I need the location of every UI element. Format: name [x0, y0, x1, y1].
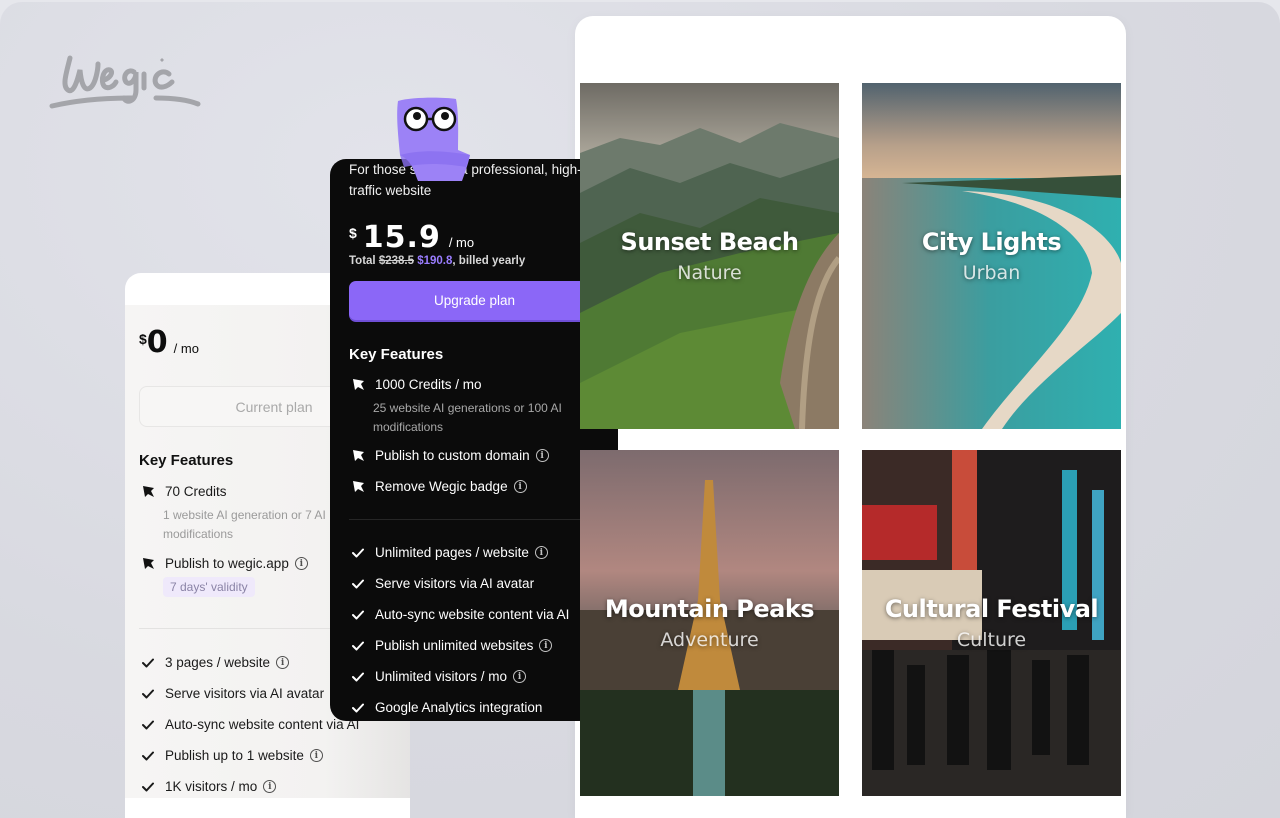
- tile-subtitle: Urban: [962, 262, 1021, 284]
- info-icon[interactable]: i: [513, 480, 527, 493]
- feature-label: 1K visitors / mo: [165, 779, 258, 794]
- feature-item: Serve visitors via AI avatar: [141, 686, 324, 701]
- gallery-tile[interactable]: Sunset Beach Nature: [580, 83, 839, 429]
- neon-street-image: [862, 450, 1121, 796]
- info-icon[interactable]: i: [263, 780, 277, 793]
- feature-label: Auto-sync website content via AI: [165, 717, 360, 732]
- price-value: 0: [146, 325, 168, 360]
- currency-symbol: $: [139, 331, 147, 347]
- check-icon: [141, 780, 155, 794]
- price-value: 15.9: [362, 220, 441, 255]
- check-icon: [141, 687, 155, 701]
- original-price: $238.5: [378, 255, 415, 267]
- key-feature-item: 1000 Credits / mo: [351, 377, 482, 392]
- info-icon[interactable]: i: [539, 639, 553, 652]
- feature-label: Publish unlimited websites: [375, 638, 534, 653]
- check-icon: [351, 577, 365, 591]
- price-period: / mo: [173, 341, 199, 356]
- info-icon[interactable]: i: [276, 656, 290, 669]
- tile-title: Sunset Beach: [620, 228, 799, 256]
- tile-subtitle: Culture: [956, 629, 1027, 651]
- feature-label: Publish up to 1 website: [165, 748, 304, 763]
- key-feature-item: Publish to custom domain i: [351, 448, 549, 463]
- key-features-title: Key Features: [349, 346, 444, 363]
- key-feature-subtext: 25 website AI generations or 100 AI modi…: [373, 401, 562, 434]
- pin-icon: [351, 480, 365, 494]
- feature-label: Serve visitors via AI avatar: [375, 576, 535, 591]
- key-features-title: Key Features: [139, 452, 234, 469]
- check-icon: [141, 749, 155, 763]
- info-icon[interactable]: i: [309, 749, 323, 762]
- mountain-wall-image: [580, 83, 839, 429]
- tile-title: City Lights: [921, 228, 1062, 256]
- free-plan-price: $ 0 / mo: [139, 327, 199, 359]
- beach-image: [862, 83, 1121, 429]
- info-icon[interactable]: i: [513, 670, 527, 683]
- mascot-icon: [397, 97, 470, 181]
- feature-item: Auto-sync website content via AI: [141, 717, 359, 732]
- tile-subtitle: Adventure: [660, 629, 759, 651]
- plan-description: For those seeking a professional, high-t…: [349, 162, 582, 198]
- feature-item: Serve visitors via AI avatar: [351, 576, 534, 591]
- tile-title: Mountain Peaks: [604, 595, 815, 623]
- discounted-price: $190.8: [417, 255, 453, 267]
- tile-subtitle: Nature: [677, 262, 742, 284]
- wegic-logo: [49, 55, 201, 109]
- gallery-tile[interactable]: Cultural Festival Culture: [862, 450, 1121, 796]
- check-icon: [351, 608, 365, 622]
- check-icon: [351, 701, 365, 715]
- feature-label: Serve visitors via AI avatar: [165, 686, 325, 701]
- feature-item: Publish unlimited websites i: [351, 638, 553, 653]
- key-feature-item: 70 Credits: [141, 484, 227, 499]
- tile-title: Cultural Festival: [884, 595, 1099, 623]
- pin-icon: [351, 449, 365, 463]
- info-icon[interactable]: i: [294, 557, 308, 570]
- feature-label: Unlimited pages / website: [375, 545, 529, 560]
- gallery-tile[interactable]: Mountain Peaks Adventure: [580, 450, 839, 796]
- pin-icon: [141, 557, 155, 571]
- feature-item: 3 pages / website i: [141, 655, 290, 670]
- feature-label: Auto-sync website content via AI: [375, 607, 570, 622]
- pin-icon: [141, 485, 155, 499]
- feature-item: Unlimited visitors / mo i: [351, 669, 527, 684]
- info-icon[interactable]: i: [534, 546, 548, 559]
- feature-label: 3 pages / website: [165, 655, 271, 670]
- info-icon[interactable]: i: [535, 449, 549, 462]
- key-feature-item: Remove Wegic badge i: [351, 479, 527, 494]
- eiffel-tower-image: [580, 450, 839, 796]
- feature-item: Google Analytics integration: [351, 700, 542, 715]
- feature-item: Unlimited pages / website i: [351, 545, 548, 560]
- billing-total: Total $238.5 $190.8, billed yearly: [349, 255, 526, 267]
- divider: [349, 519, 600, 520]
- feature-item: Auto-sync website content via AI: [351, 607, 569, 622]
- check-icon: [351, 639, 365, 653]
- template-gallery: Sunset Beach Nature City Lights Urban Mo…: [575, 16, 1126, 818]
- pro-plan-price: $ 15.9 / mo: [349, 221, 474, 255]
- gallery-tile[interactable]: City Lights Urban: [862, 83, 1121, 429]
- validity-badge: 7 days' validity: [163, 577, 255, 597]
- check-icon: [351, 670, 365, 684]
- feature-item: 1K visitors / mo i: [141, 779, 277, 794]
- feature-item: Publish up to 1 website i: [141, 748, 323, 763]
- feature-label: Unlimited visitors / mo: [375, 669, 508, 684]
- pro-plan-card: For those seeking a professional, high-t…: [330, 159, 618, 721]
- currency-symbol: $: [349, 225, 357, 241]
- key-feature-item: Publish to wegic.app i: [141, 556, 308, 571]
- check-icon: [351, 546, 365, 560]
- feature-label: Google Analytics integration: [375, 700, 543, 715]
- upgrade-plan-button[interactable]: Upgrade plan: [349, 281, 600, 320]
- check-icon: [141, 718, 155, 732]
- pin-icon: [351, 378, 365, 392]
- check-icon: [141, 656, 155, 670]
- price-period: / mo: [448, 235, 475, 250]
